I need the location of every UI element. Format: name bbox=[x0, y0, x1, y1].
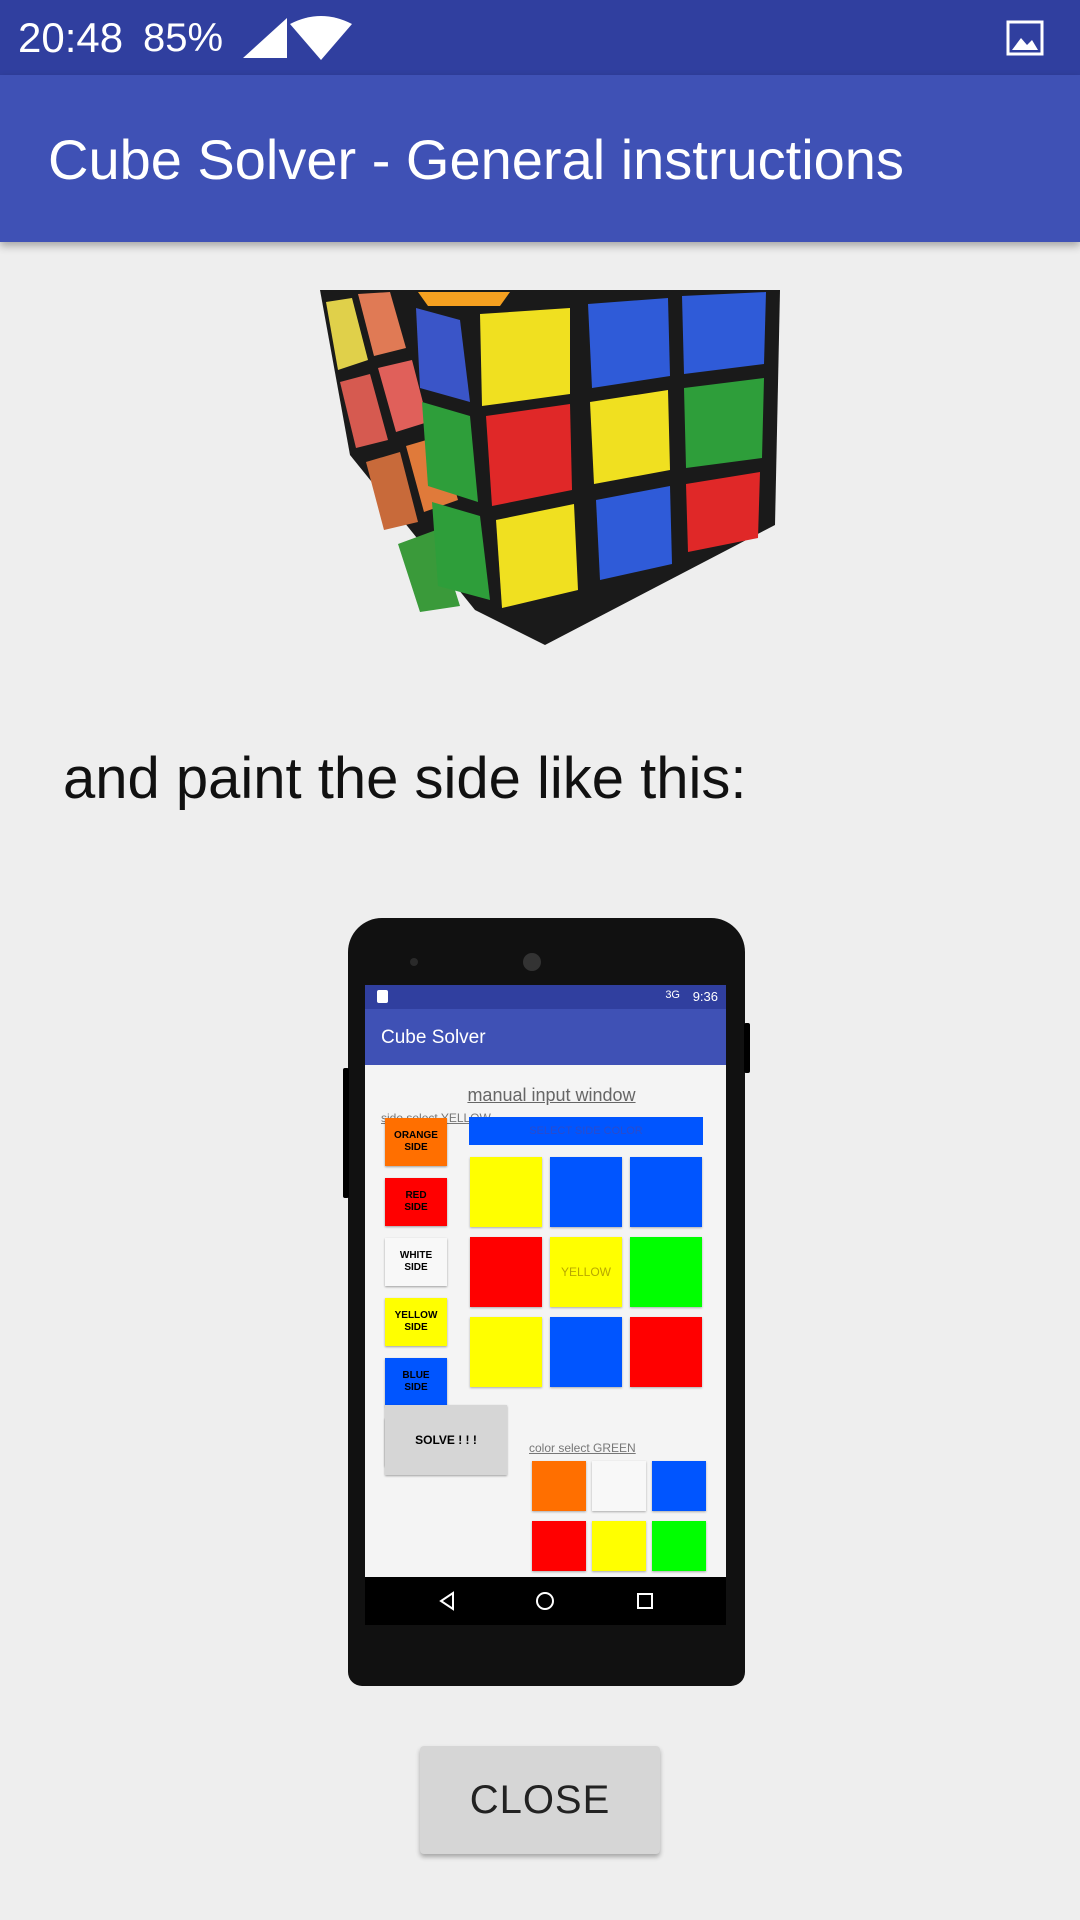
wifi-icon bbox=[290, 16, 352, 60]
phone-nav-bar bbox=[365, 1577, 726, 1625]
phone-screen: 3G 9:36 Cube Solver manual input window … bbox=[365, 985, 726, 1625]
close-button[interactable]: CLOSE bbox=[420, 1746, 660, 1854]
color-swatch bbox=[532, 1521, 586, 1571]
page-title: Cube Solver - General instructions bbox=[48, 128, 904, 191]
phone-app-title: Cube Solver bbox=[381, 1027, 486, 1048]
phone-mockup-image: 3G 9:36 Cube Solver manual input window … bbox=[343, 918, 750, 1686]
color-select-label: color select GREEN bbox=[529, 1441, 636, 1455]
color-swatch bbox=[652, 1461, 706, 1511]
status-battery: 85% bbox=[143, 16, 224, 60]
phone-volume-button bbox=[343, 1068, 349, 1198]
side-button: YELLOW SIDE bbox=[385, 1298, 447, 1346]
cube-cell bbox=[470, 1157, 542, 1227]
manual-input-heading: manual input window bbox=[467, 1085, 636, 1105]
cube-cell bbox=[550, 1157, 622, 1227]
rubiks-cube-image bbox=[320, 290, 780, 645]
status-bar: 20:48 85% bbox=[0, 0, 1080, 75]
back-icon bbox=[439, 1591, 454, 1611]
side-button: RED SIDE bbox=[385, 1178, 447, 1226]
solve-button: SOLVE ! ! ! bbox=[385, 1405, 507, 1475]
cube-cell bbox=[470, 1237, 542, 1307]
cube-cell: YELLOW bbox=[550, 1237, 622, 1307]
color-swatch bbox=[592, 1461, 646, 1511]
instruction-text: and paint the side like this: bbox=[63, 746, 747, 811]
color-swatch bbox=[532, 1461, 586, 1511]
side-button: BLUE SIDE bbox=[385, 1358, 447, 1406]
recents-icon bbox=[637, 1593, 653, 1609]
phone-camera bbox=[410, 958, 418, 966]
side-button: WHITE SIDE bbox=[385, 1238, 447, 1286]
color-swatch bbox=[592, 1521, 646, 1571]
gallery-icon bbox=[1006, 20, 1044, 56]
phone-signal-indicator: 3G bbox=[665, 989, 680, 1001]
phone-app-bar: Cube Solver bbox=[365, 1009, 726, 1065]
phone-speaker bbox=[523, 953, 541, 971]
phone-side-button bbox=[744, 1023, 750, 1073]
home-icon bbox=[536, 1592, 554, 1610]
app-bar: Cube Solver - General instructions bbox=[0, 75, 1080, 242]
cube-cell bbox=[630, 1317, 702, 1387]
color-swatch bbox=[652, 1521, 706, 1571]
status-time: 20:48 bbox=[18, 14, 124, 61]
sd-card-icon bbox=[377, 990, 388, 1003]
select-side-color-bar: SELECT SIDE COLOR bbox=[469, 1117, 703, 1145]
cube-cell bbox=[470, 1317, 542, 1387]
phone-status-bar: 3G 9:36 bbox=[365, 985, 726, 1009]
side-button: ORANGE SIDE bbox=[385, 1118, 447, 1166]
cube-cell bbox=[630, 1237, 702, 1307]
cube-cell bbox=[630, 1157, 702, 1227]
phone-status-time: 9:36 bbox=[692, 989, 718, 1004]
cube-cell bbox=[550, 1317, 622, 1387]
signal-icon bbox=[243, 18, 287, 58]
